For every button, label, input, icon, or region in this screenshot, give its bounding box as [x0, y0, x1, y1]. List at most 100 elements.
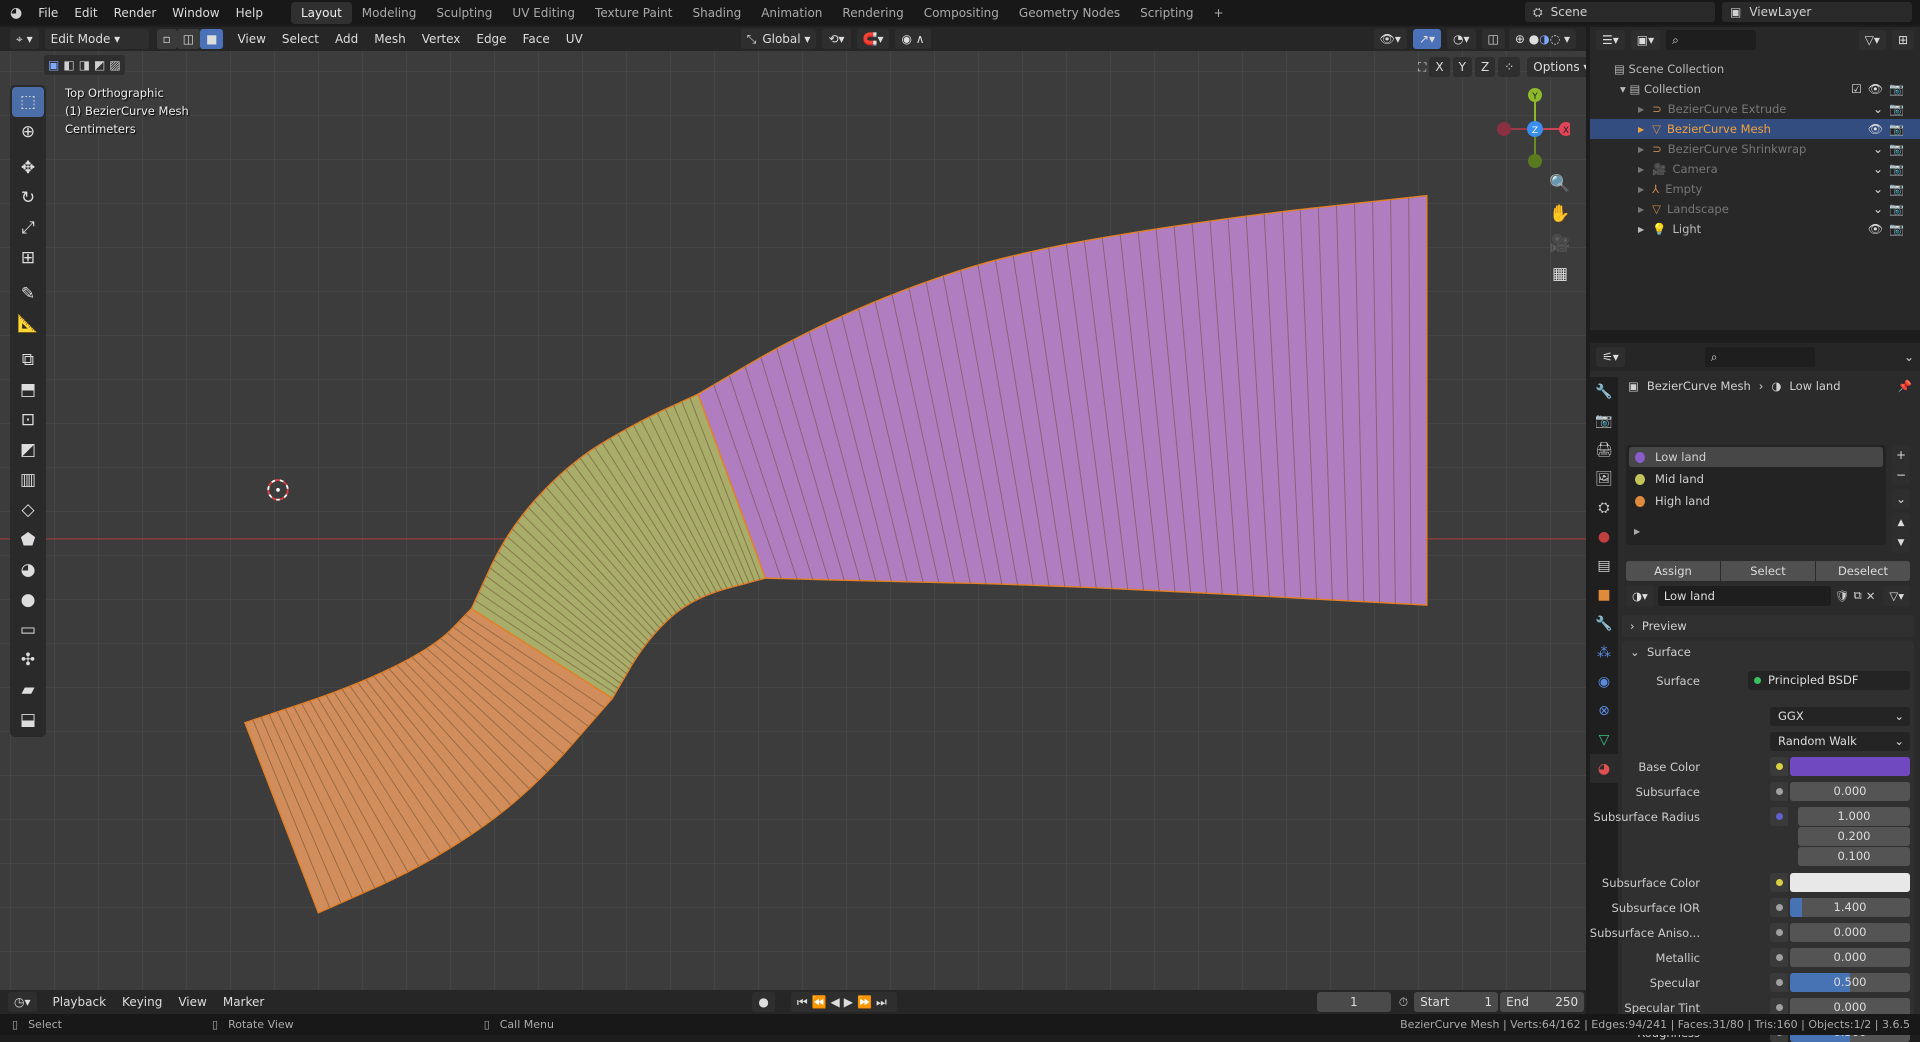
input-socket-icon[interactable]: [1770, 873, 1788, 892]
physics-tab-icon[interactable]: ◉: [1590, 667, 1618, 696]
preview-panel-header[interactable]: › Preview: [1622, 615, 1914, 637]
snap-button[interactable]: 🧲▾: [856, 29, 890, 49]
navigation-gizmo[interactable]: Y X Z: [1490, 83, 1570, 173]
move-up-button[interactable]: ▲: [1892, 513, 1910, 533]
filter-icon[interactable]: ▽▾: [1858, 30, 1886, 50]
auto-merge-toggle[interactable]: ⁘: [1498, 57, 1521, 77]
start-frame-field[interactable]: Start 1: [1414, 992, 1499, 1012]
expand-icon[interactable]: ▶: [1638, 225, 1644, 234]
scene-tab-icon[interactable]: ⛭: [1590, 493, 1618, 522]
value-slider[interactable]: 1.400: [1790, 898, 1910, 917]
select-box-modes[interactable]: ▣ ◧ ◨ ◩ ▨: [44, 55, 125, 75]
expand-icon[interactable]: ▶: [1638, 145, 1644, 154]
tool-tab-icon[interactable]: 🔧: [1590, 377, 1618, 406]
new-collection-icon[interactable]: ⊞: [1891, 30, 1914, 50]
color-swatch[interactable]: [1790, 757, 1910, 776]
scene-collection-row[interactable]: ▤ Scene Collection: [1590, 59, 1920, 79]
workspace-tab-modeling[interactable]: Modeling: [352, 2, 427, 24]
outliner-item[interactable]: ▶ ⊃ BezierCurve Shrinkwrap ⌄📷: [1590, 139, 1920, 159]
unlink-icon[interactable]: ✕: [1866, 589, 1876, 603]
annotate-tool-icon[interactable]: ✎: [12, 279, 44, 309]
pin-icon[interactable]: 📌: [1898, 379, 1912, 393]
add-slot-button[interactable]: +: [1892, 445, 1910, 465]
workspace-tab-geometry-nodes[interactable]: Geometry Nodes: [1009, 2, 1130, 24]
expand-icon[interactable]: ▶: [1634, 527, 1640, 536]
value-slider[interactable]: 0.000: [1790, 923, 1910, 942]
visibility-icons[interactable]: 👁📷: [1868, 122, 1910, 136]
visibility-icons[interactable]: ⌄📷: [1873, 142, 1910, 156]
expand-icon[interactable]: ▶: [1638, 165, 1644, 174]
camera-view-icon[interactable]: 🎥: [1546, 229, 1574, 259]
preview-range-icon[interactable]: ⏱: [1399, 995, 1408, 1010]
gizmo-button[interactable]: ↗▾: [1412, 29, 1442, 49]
move-down-button[interactable]: ▼: [1892, 533, 1910, 553]
auto-keying-button[interactable]: ●: [752, 992, 775, 1012]
visibility-icons[interactable]: ⌄📷: [1873, 202, 1910, 216]
link-data-icon[interactable]: ▽▾: [1883, 585, 1910, 606]
expand-icon[interactable]: ▶: [1638, 125, 1644, 134]
visibility-icons[interactable]: ⌄📷: [1873, 102, 1910, 116]
timeline-menu-keying[interactable]: Keying: [114, 995, 170, 1009]
cursor-tool-icon[interactable]: ⊕: [12, 117, 44, 147]
workspace-tab--[interactable]: +: [1204, 2, 1234, 24]
workspace-tab-compositing[interactable]: Compositing: [914, 2, 1009, 24]
assign-button[interactable]: Assign: [1626, 560, 1720, 581]
editor-type-button[interactable]: ⌖ ▾: [10, 29, 39, 49]
proportional-edit-button[interactable]: ◉ ∧: [895, 29, 931, 49]
edge-slide-tool-icon[interactable]: ▭: [12, 615, 44, 645]
bevel-tool-icon[interactable]: ◩: [12, 435, 44, 465]
select-button[interactable]: Select: [1721, 560, 1815, 581]
outliner-item[interactable]: ▶ ⊃ BezierCurve Extrude ⌄📷: [1590, 99, 1920, 119]
outliner-item[interactable]: ▶ ▽ Landscape ⌄📷: [1590, 199, 1920, 219]
menu-file[interactable]: File: [30, 6, 66, 20]
view-layer-tab-icon[interactable]: 🖼: [1590, 464, 1618, 493]
menu-uv[interactable]: UV: [558, 32, 591, 46]
material-tab-icon[interactable]: ◕: [1590, 754, 1618, 783]
material-name-field[interactable]: Low land: [1657, 585, 1831, 606]
visibility-icons[interactable]: ⌄📷: [1873, 182, 1910, 196]
shear-tool-icon[interactable]: ▰: [12, 675, 44, 705]
timeline-menu-view[interactable]: View: [170, 995, 214, 1009]
subsurface-method-dropdown[interactable]: Random Walk ⌄: [1770, 732, 1910, 751]
output-tab-icon[interactable]: 🖨: [1590, 435, 1618, 464]
workspace-tab-layout[interactable]: Layout: [290, 1, 352, 24]
input-socket-icon[interactable]: [1770, 807, 1788, 826]
visibility-icons[interactable]: ⌄📷: [1873, 162, 1910, 176]
add-cube-tool-icon[interactable]: ⧉: [12, 345, 44, 375]
menu-mesh[interactable]: Mesh: [366, 32, 414, 46]
outliner-search[interactable]: ⌕: [1666, 30, 1757, 50]
workspace-tab-texture-paint[interactable]: Texture Paint: [585, 2, 682, 24]
data-tab-icon[interactable]: ▽: [1590, 725, 1618, 754]
workspace-tab-rendering[interactable]: Rendering: [832, 2, 913, 24]
3d-viewport[interactable]: Top Orthographic (1) BezierCurve Mesh Ce…: [0, 51, 1586, 990]
select-mode-face[interactable]: ■: [200, 29, 224, 49]
editor-type-button[interactable]: ◷▾: [8, 992, 37, 1012]
axis-y-toggle[interactable]: Y: [1452, 57, 1472, 77]
workspace-tab-sculpting[interactable]: Sculpting: [426, 2, 502, 24]
world-tab-icon[interactable]: ●: [1590, 522, 1618, 551]
menu-add[interactable]: Add: [327, 32, 366, 46]
color-swatch[interactable]: [1790, 873, 1910, 892]
duplicate-icon[interactable]: ⧉: [1854, 588, 1862, 603]
rotate-tool-icon[interactable]: ↻: [12, 183, 44, 213]
select-mode-vertex[interactable]: ▫: [156, 29, 177, 49]
surface-shader-field[interactable]: Principled BSDF: [1748, 671, 1910, 690]
particles-tab-icon[interactable]: ⁂: [1590, 638, 1618, 667]
rip-tool-icon[interactable]: ⬓: [12, 705, 44, 735]
remove-slot-button[interactable]: −: [1892, 465, 1910, 485]
select-box-tool-icon[interactable]: ⬚: [12, 87, 44, 117]
options-dropdown[interactable]: Options ▾: [1527, 57, 1586, 77]
expand-icon[interactable]: ▶: [1638, 185, 1644, 194]
axis-z-toggle[interactable]: Z: [1474, 57, 1496, 77]
filter-view-button[interactable]: ▣▾: [1630, 30, 1661, 50]
deselect-button[interactable]: Deselect: [1816, 560, 1910, 581]
input-socket-icon[interactable]: [1770, 757, 1788, 776]
menu-vertex[interactable]: Vertex: [414, 32, 469, 46]
input-socket-icon[interactable]: [1770, 782, 1788, 801]
expand-icon[interactable]: ▶: [1638, 105, 1644, 114]
outliner-item[interactable]: ▶ 💡 Light 👁📷: [1590, 219, 1920, 239]
shading-buttons[interactable]: ⊕ ● ◑ ◌ ▾: [1508, 29, 1576, 49]
visibility-icons[interactable]: ☑👁📷: [1851, 82, 1910, 96]
visibility-icons[interactable]: 👁📷: [1868, 222, 1910, 236]
menu-help[interactable]: Help: [228, 6, 271, 20]
